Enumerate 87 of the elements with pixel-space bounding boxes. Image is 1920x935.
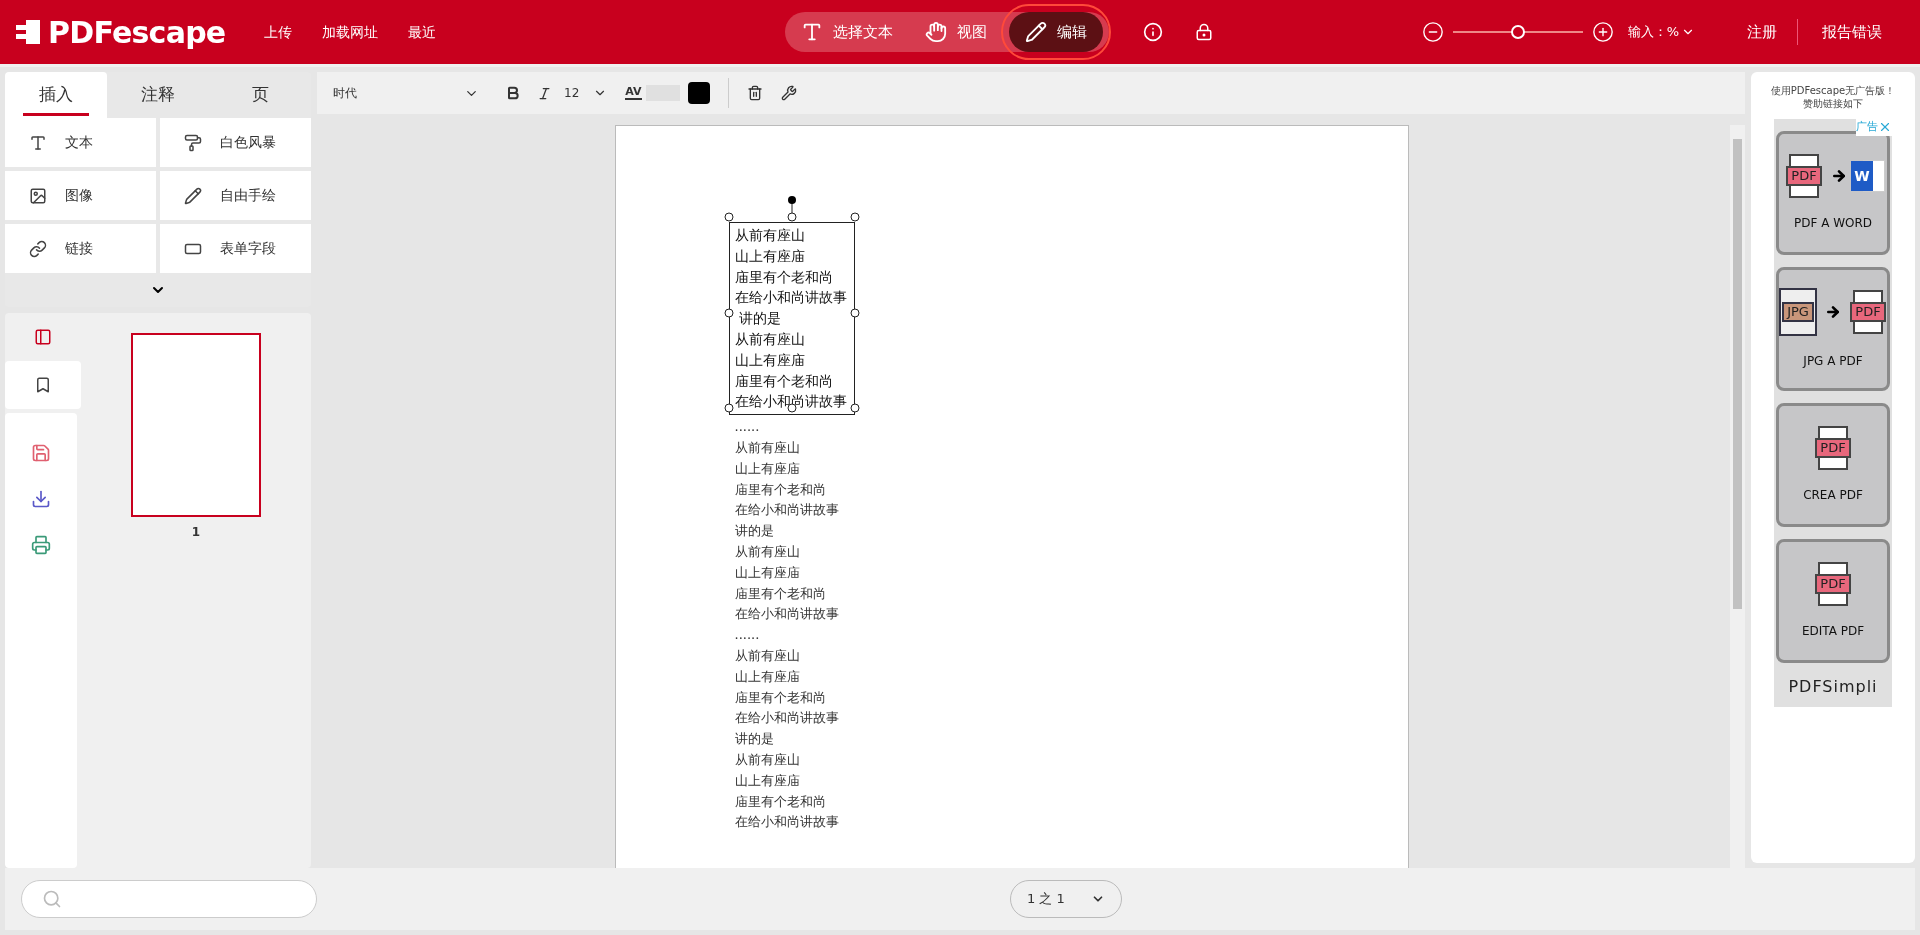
scrollbar[interactable] bbox=[1730, 125, 1745, 868]
search-field[interactable] bbox=[21, 880, 317, 918]
text-line: 从前有座山 bbox=[734, 646, 801, 665]
view-tab[interactable] bbox=[5, 361, 81, 409]
ad-card[interactable]: PDF W PDF A WORD bbox=[1776, 131, 1890, 255]
text-line: ...... bbox=[734, 626, 761, 645]
image-icon bbox=[29, 186, 47, 205]
spacing-label[interactable]: AV bbox=[625, 86, 642, 100]
text-line: 庙里有个老和尚 bbox=[734, 480, 827, 499]
zoom-input[interactable]: 输入：% bbox=[1627, 22, 1695, 42]
ad-brand[interactable]: PDFSimpli bbox=[1788, 675, 1878, 699]
nav-link[interactable]: 最近 bbox=[408, 21, 436, 43]
tool-button[interactable]: 文本 bbox=[5, 118, 156, 167]
link-icon bbox=[29, 239, 47, 258]
page-number: 1 bbox=[191, 524, 201, 541]
text-line: 山上有座庙 bbox=[734, 667, 801, 686]
text-line: 庙里有个老和尚 bbox=[734, 371, 834, 391]
ad-card[interactable]: PDF CREA PDF bbox=[1776, 403, 1890, 527]
ad-card[interactable]: PDF EDITA PDF bbox=[1776, 539, 1890, 663]
info-icon[interactable] bbox=[1142, 22, 1163, 42]
text-line: 从前有座山 bbox=[734, 330, 806, 349]
text-line: 从前有座山 bbox=[734, 542, 801, 561]
text-line: 庙里有个老和尚 bbox=[734, 267, 834, 287]
register-link[interactable]: 注册 bbox=[1747, 20, 1777, 44]
font-select[interactable]: 时代 bbox=[329, 84, 479, 102]
tool-button[interactable]: 白色风暴 bbox=[160, 118, 311, 167]
text-line: 山上有座庙 bbox=[734, 563, 801, 582]
text-line: 在给小和尚讲故事 bbox=[734, 813, 840, 832]
text-line: 庙里有个老和尚 bbox=[734, 688, 827, 707]
nav-link[interactable]: 上传 bbox=[264, 21, 292, 43]
text-line: 山上有座庙 bbox=[734, 771, 801, 790]
pencil-icon bbox=[1024, 21, 1047, 43]
zoom-in-icon[interactable] bbox=[1591, 21, 1614, 43]
print-icon[interactable] bbox=[31, 535, 51, 555]
hand-icon bbox=[924, 21, 947, 43]
italic-icon[interactable] bbox=[537, 85, 552, 101]
sidebar-tab[interactable]: 注释 bbox=[107, 72, 209, 118]
wrench-icon[interactable] bbox=[780, 85, 797, 101]
save-icon[interactable] bbox=[31, 443, 51, 463]
lock-icon[interactable] bbox=[1194, 23, 1213, 41]
mode-tab[interactable]: 视图 bbox=[908, 12, 1003, 52]
text-line: 在给小和尚讲故事 bbox=[734, 605, 840, 624]
tool-button[interactable]: 表单字段 bbox=[160, 224, 311, 273]
text-line: 山上有座庙 bbox=[734, 350, 806, 370]
ad-intro: 赞助链接如下 bbox=[1803, 97, 1863, 110]
text-line: 山上有座庙 bbox=[734, 459, 801, 478]
report-error-link[interactable]: 报告错误 bbox=[1822, 20, 1882, 44]
download-icon[interactable] bbox=[31, 489, 51, 509]
logo[interactable]: PDFescape bbox=[48, 9, 226, 55]
selection-handles[interactable] bbox=[723, 195, 860, 411]
pencil-icon bbox=[184, 186, 202, 205]
slider-thumb[interactable] bbox=[1510, 25, 1525, 39]
mode-tab[interactable]: 选择文本 bbox=[784, 12, 909, 52]
bookmark-icon bbox=[34, 376, 52, 394]
tool-button[interactable]: 自由手绘 bbox=[160, 171, 311, 220]
tool-button[interactable]: 图像 bbox=[5, 171, 156, 220]
bold-icon[interactable] bbox=[505, 85, 521, 101]
sidebar-tab[interactable]: 插入 bbox=[5, 72, 107, 118]
text-line: 山上有座庙 bbox=[734, 246, 806, 266]
text-line: 庙里有个老和尚 bbox=[734, 792, 827, 811]
text-line: 在给小和尚讲故事 bbox=[734, 288, 848, 308]
text-line: 从前有座山 bbox=[734, 226, 806, 245]
arrow-icon bbox=[1831, 168, 1847, 184]
nav-link[interactable]: 加载网址 bbox=[322, 21, 378, 43]
text-line: 从前有座山 bbox=[734, 750, 801, 769]
color-swatch[interactable] bbox=[687, 82, 710, 104]
text-line: 在给小和尚讲故事 bbox=[734, 709, 840, 728]
search-icon bbox=[42, 889, 62, 909]
delete-icon[interactable] bbox=[746, 85, 763, 101]
text-line: ...... bbox=[734, 418, 761, 437]
text-line: 讲的是 bbox=[734, 522, 775, 541]
zoom-out-icon[interactable] bbox=[1421, 21, 1444, 43]
sidebar-tab[interactable]: 页 bbox=[209, 72, 311, 118]
tool-button[interactable]: 链接 bbox=[5, 224, 156, 273]
ad-card[interactable]: JPG PDF JPG A PDF bbox=[1776, 267, 1890, 391]
text-icon bbox=[29, 133, 47, 152]
arrow-icon bbox=[1825, 304, 1841, 320]
roller-icon bbox=[184, 133, 202, 152]
size-select[interactable]: 12 bbox=[564, 84, 608, 102]
ad-intro: 使用PDFescape无广告版！ bbox=[1770, 84, 1896, 97]
page-thumbnail[interactable] bbox=[131, 333, 261, 517]
text-line: 庙里有个老和尚 bbox=[734, 584, 827, 603]
sidebar-icon bbox=[34, 328, 52, 346]
text-line: 在给小和尚讲故事 bbox=[734, 501, 840, 520]
text-line: 讲的是 bbox=[734, 730, 775, 749]
text-line: 从前有座山 bbox=[734, 438, 801, 457]
text-line: 讲的是 bbox=[737, 309, 782, 329]
